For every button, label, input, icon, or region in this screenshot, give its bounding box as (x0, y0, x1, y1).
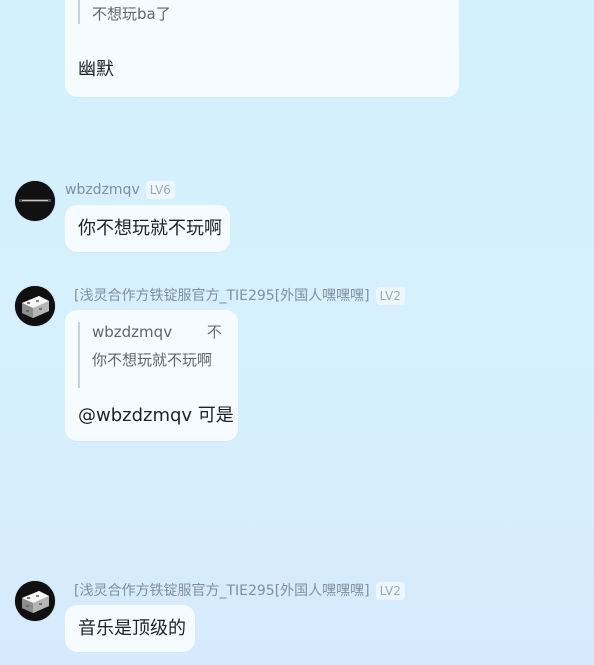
dark-banner-avatar-icon[interactable] (15, 181, 55, 221)
message-bubble[interactable]: wbzdzmqv 不 你不想玩就不玩啊 @wbzdzmqv 可是 (65, 310, 238, 441)
level-badge: LV2 (375, 287, 405, 305)
message-text: @wbzdzmqv 可是 (78, 405, 234, 426)
quoted-reply: 不想玩ba了 (78, 0, 171, 24)
chat-message-previous: 不想玩ba了 幽默 (0, 0, 594, 98)
message-text: 你不想玩就不玩啊 (78, 218, 222, 239)
quoted-reply-header: wbzdzmqv 不 (92, 322, 222, 342)
quoted-reply: wbzdzmqv 不 你不想玩就不玩啊 (78, 322, 222, 388)
message-meta: [浅灵合作方铁锭服官方_TIE295[外国人嘿嘿嘿] LV2 (74, 287, 405, 305)
message-text: 幽默 (78, 59, 114, 80)
chat-message-reply: [浅灵合作方铁锭服官方_TIE295[外国人嘿嘿嘿] LV2 wbzdzmqv … (0, 286, 594, 442)
username[interactable]: [浅灵合作方铁锭服官方_TIE295[外国人嘿嘿嘿] (74, 287, 370, 305)
quoted-reply-suffix: 不 (206, 323, 222, 341)
message-bubble[interactable]: 音乐是顶级的 (65, 605, 195, 652)
username[interactable]: [浅灵合作方铁锭服官方_TIE295[外国人嘿嘿嘿] (74, 582, 370, 600)
level-badge: LV6 (145, 181, 175, 199)
level-badge: LV2 (375, 582, 405, 600)
message-bubble[interactable]: 你不想玩就不玩啊 (65, 205, 230, 252)
quoted-reply-text: 不想玩ba了 (92, 5, 171, 23)
stone-block-avatar-icon[interactable] (15, 581, 55, 621)
chat-message-list: 不想玩ba了 幽默 wbzdzmqv LV6 你不想玩就不玩啊 [浅灵合作方铁锭… (0, 0, 594, 665)
quoted-reply-author: wbzdzmqv (92, 323, 173, 341)
stone-block-avatar-icon[interactable] (15, 286, 55, 326)
message-meta: [浅灵合作方铁锭服官方_TIE295[外国人嘿嘿嘿] LV2 (74, 582, 405, 600)
chat-message-wbzdzmqv: wbzdzmqv LV6 你不想玩就不玩啊 (0, 181, 594, 253)
message-bubble-previous[interactable]: 不想玩ba了 幽默 (65, 0, 459, 97)
username[interactable]: wbzdzmqv (65, 181, 140, 199)
message-text: 音乐是顶级的 (78, 618, 186, 639)
quoted-reply-text: 你不想玩就不玩啊 (92, 351, 213, 369)
message-meta: wbzdzmqv LV6 (65, 181, 175, 199)
chat-message-music: [浅灵合作方铁锭服官方_TIE295[外国人嘿嘿嘿] LV2 音乐是顶级的 (0, 581, 594, 653)
